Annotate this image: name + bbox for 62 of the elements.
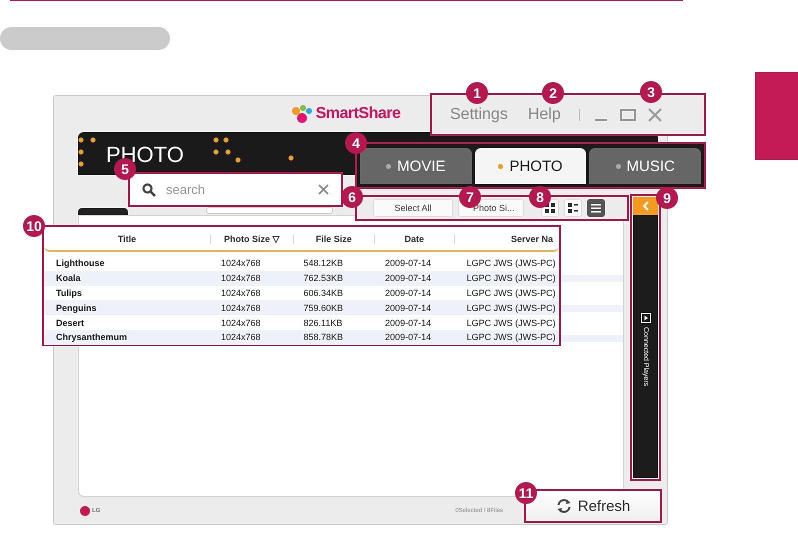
server-dropdown[interactable]	[78, 208, 128, 215]
column-header[interactable]: File Size	[294, 234, 376, 244]
table-cell-text: 1024x768	[220, 332, 262, 342]
table-cell-text: Desert	[55, 318, 86, 328]
table-cell-text: 2009-07-14	[384, 318, 432, 328]
collapse-button[interactable]	[633, 197, 658, 215]
filter-field[interactable]	[206, 207, 333, 214]
table-cell-text: LGPC JWS (JWS-PC)	[466, 332, 557, 342]
table-cell-text: 762.53KB	[302, 273, 344, 284]
lg-logo-icon	[80, 506, 90, 516]
table-cell-text: 858.78KB	[302, 332, 344, 342]
table-cell-text: Penguins	[55, 302, 98, 313]
table-cell-text: 1024x768	[220, 258, 262, 268]
maximize-icon[interactable]	[620, 108, 636, 122]
list-icon	[591, 203, 601, 213]
detail-view-button[interactable]	[564, 199, 582, 217]
table-cell-text: 1024x768	[220, 288, 262, 298]
table-cell-text: Tulips	[55, 288, 83, 298]
tab[interactable]: MUSIC	[589, 148, 702, 184]
close-icon[interactable]	[648, 108, 662, 122]
chevron-left-icon	[642, 201, 650, 211]
table-cell-text: 1024x768	[220, 318, 262, 328]
list-view-button[interactable]	[587, 199, 605, 217]
select-all-button[interactable]: Select All	[373, 199, 453, 217]
table-cell-text: 2009-07-14	[384, 273, 432, 284]
table-cell-text: LGPC JWS (JWS-PC)	[466, 258, 557, 268]
column-header[interactable]: Date	[375, 234, 455, 244]
table-cell-text: 2009-07-14	[384, 258, 432, 268]
refresh-icon	[556, 498, 572, 514]
player-icon	[640, 313, 650, 323]
column-header[interactable]: Server Na	[454, 234, 559, 244]
table-cell-text: Lighthouse	[55, 258, 106, 268]
table-cell-text: LGPC JWS (JWS-PC)	[466, 318, 557, 328]
column-header[interactable]: Title	[44, 234, 212, 244]
column-header[interactable]: Photo Size ▽	[211, 234, 294, 244]
tab[interactable]: MOVIE	[360, 148, 472, 184]
table-cell-text: 2009-07-14	[384, 288, 432, 298]
clear-icon[interactable]	[318, 184, 329, 195]
callout-badge: 3	[640, 81, 662, 103]
callout-badge: 2	[542, 82, 564, 104]
logo-icon	[290, 104, 313, 124]
table-cell-text: 1024x768	[220, 273, 262, 284]
search-field[interactable]: search	[128, 172, 343, 207]
table-cell-text: LGPC JWS (JWS-PC)	[466, 288, 557, 298]
callout-badge: 1	[466, 82, 488, 104]
table-cell-text: 1024x768	[220, 302, 262, 313]
tab[interactable]: PHOTO	[474, 148, 586, 184]
table-cell-text: Koala	[55, 273, 82, 284]
table-cell-text: 759.60KB	[302, 302, 344, 313]
table-cell-text: Chrysanthemum	[55, 332, 128, 342]
search-input[interactable]: search	[166, 182, 308, 197]
callout-badge: 10	[23, 215, 45, 237]
table-cell-text: 826.11KB	[302, 318, 344, 328]
table-cell-text: LGPC JWS (JWS-PC)	[466, 273, 557, 284]
search-icon	[142, 182, 156, 196]
table-cell-text: 2009-07-14	[384, 332, 432, 342]
table-cell-text: 606.34KB	[302, 288, 344, 298]
table-cell-text: 2009-07-14	[384, 302, 432, 313]
detail-list-icon	[568, 203, 578, 213]
app-logo: SmartShare	[316, 105, 400, 123]
table-cell-text: LGPC JWS (JWS-PC)	[466, 302, 557, 313]
table-cell-text: 548.12KB	[302, 258, 344, 268]
